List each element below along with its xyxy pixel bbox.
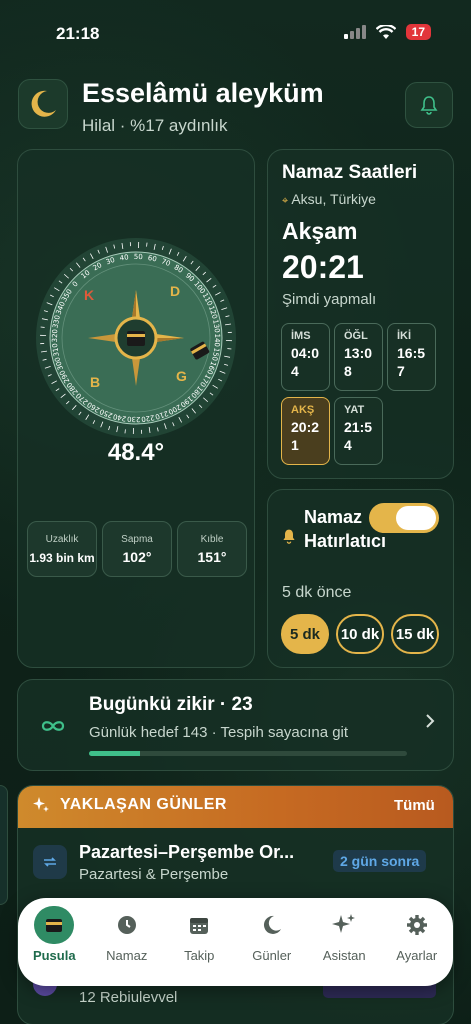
battery-indicator: 17 [405,24,431,40]
tab-pusula[interactable]: Pusula [20,906,88,963]
stat-label: Sapma [121,534,153,545]
prayer-tile-ikindi[interactable]: İKİ 16:57 [387,323,436,391]
moon-info: Hilal · %17 aydınlık [82,116,228,135]
compass-degree-label: 230 [127,415,141,423]
moon-icon [252,906,292,944]
status-time: 21:18 [56,24,100,43]
tab-asistan[interactable]: Asistan [310,906,378,963]
gear-icon [397,906,437,944]
upcoming-days-title: YAKLAŞAN GÜNLER [60,796,227,813]
calendar-icon [179,906,219,944]
bell-icon [420,96,438,115]
current-prayer-name: Akşam [282,218,358,244]
compass-letter-east: D [170,283,181,299]
reminder-toggle[interactable] [369,503,439,533]
bottom-tab-bar: Pusula Namaz Takip Günler Asistan Ayarla… [18,898,453,986]
compass-degree-label: 140 [213,333,221,347]
greeting-title: Esselâmü aleyküm [82,78,324,108]
sparkle-icon [32,796,50,819]
current-prayer-time: 20:21 [282,249,364,285]
prayer-tile-name: AKŞ [291,404,315,416]
prayer-tile-time: 16:57 [397,345,426,379]
tab-label: Pusula [32,948,76,963]
tab-takip[interactable]: Takip [165,906,233,963]
location: ⌖ Aksu, Türkiye [282,191,376,208]
see-all-link[interactable]: Tümü [394,797,435,814]
sparkle-icon [324,906,364,944]
event-countdown-badge: 2 gün sonra [333,850,427,872]
prayer-tile-name: YAT [344,404,365,416]
prayer-tile-name: İKİ [397,330,412,342]
reminder-title: Namaz Hatırlatıcı [304,507,387,551]
prayer-tile-yatsi[interactable]: YAT 21:54 [334,397,383,465]
compass-letter-north: K [84,287,95,303]
notifications-button[interactable] [405,82,453,128]
compass-dial[interactable]: 01020 30 40 50 60 708090100110120130140150160… [30,232,242,444]
prayer-tile-time: 21:54 [344,419,373,453]
event-title[interactable]: Pazartesi–Perşembe Or... [79,842,324,863]
tab-namaz[interactable]: Namaz [93,906,161,963]
tab-label: Asistan [322,948,366,963]
tab-gunler[interactable]: Günler [238,906,306,963]
stat-value: 102° [122,549,152,565]
status-icons: 17 [343,24,431,40]
zikir-progress-bar [89,751,407,756]
compass-degree-label: 320 [51,329,59,343]
prayer-tile-time: 13:08 [344,345,373,379]
prayer-tile-time: 04:04 [291,345,320,379]
stat-distance: Uzaklık 1.93 bin km [27,521,97,577]
prayer-tile-imsak[interactable]: İMS 04:04 [281,323,330,391]
stat-value: 1.93 bin km [29,551,95,565]
prayer-tile-time: 20:21 [291,419,320,453]
reminder-offset-text: 5 dk önce [282,584,352,601]
prayer-tile-name: ÖĞL [344,330,368,342]
stat-qibla: Kıble 151° [177,521,247,577]
moon-phase-button[interactable] [18,79,68,129]
reminder-option-5[interactable]: 5 dk [281,614,329,654]
stat-deviation: Sapma 102° [102,521,172,577]
compass-degree-label: 50 [134,253,143,261]
tab-label: Ayarlar [396,948,438,963]
zikir-subtitle: Günlük hedef 143 · Tespih sayacına git [89,724,349,741]
repeat-icon [33,845,67,879]
infinity-icon [33,707,73,745]
crescent-moon-icon [31,90,56,117]
stat-value: 151° [197,549,227,565]
bell-icon [283,529,295,544]
wifi-icon [375,24,396,39]
compass-heading: 48.4° [107,439,165,466]
compass-letter-south: G [176,368,187,384]
compass-degree-label: 40 [119,253,129,262]
tab-label: Takip [184,948,215,963]
event-subtitle: 12 Rebiulevvel [79,989,178,1006]
side-card-edge [0,785,8,905]
now-text: Şimdi yapmalı [282,291,377,308]
stat-label: Kıble [200,534,224,545]
clock-icon [107,906,147,944]
location-pin-icon: ⌖ [282,195,289,207]
signal-icon [343,25,366,39]
prayer-card-title: Namaz Saatleri [282,162,418,183]
location-label: Aksu, Türkiye [291,191,376,207]
reminder-option-15[interactable]: 15 dk [391,614,439,654]
compass-letter-west: B [90,374,101,390]
tab-label: Namaz [106,948,148,963]
prayer-tile-aksam[interactable]: AKŞ 20:21 [281,397,330,465]
reminder-option-10[interactable]: 10 dk [336,614,384,654]
zikir-title: Bugünkü zikir · 23 [89,694,253,715]
event-subtitle: Pazartesi & Perşembe [79,866,229,883]
stat-label: Uzaklık [45,534,79,545]
chevron-right-icon [426,714,435,728]
tab-ayarlar[interactable]: Ayarlar [383,906,451,963]
prayer-tile-name: İMS [291,330,311,342]
kaaba-icon [34,906,75,944]
prayer-tile-ogle[interactable]: ÖĞL 13:08 [334,323,383,391]
tab-label: Günler [252,948,292,963]
